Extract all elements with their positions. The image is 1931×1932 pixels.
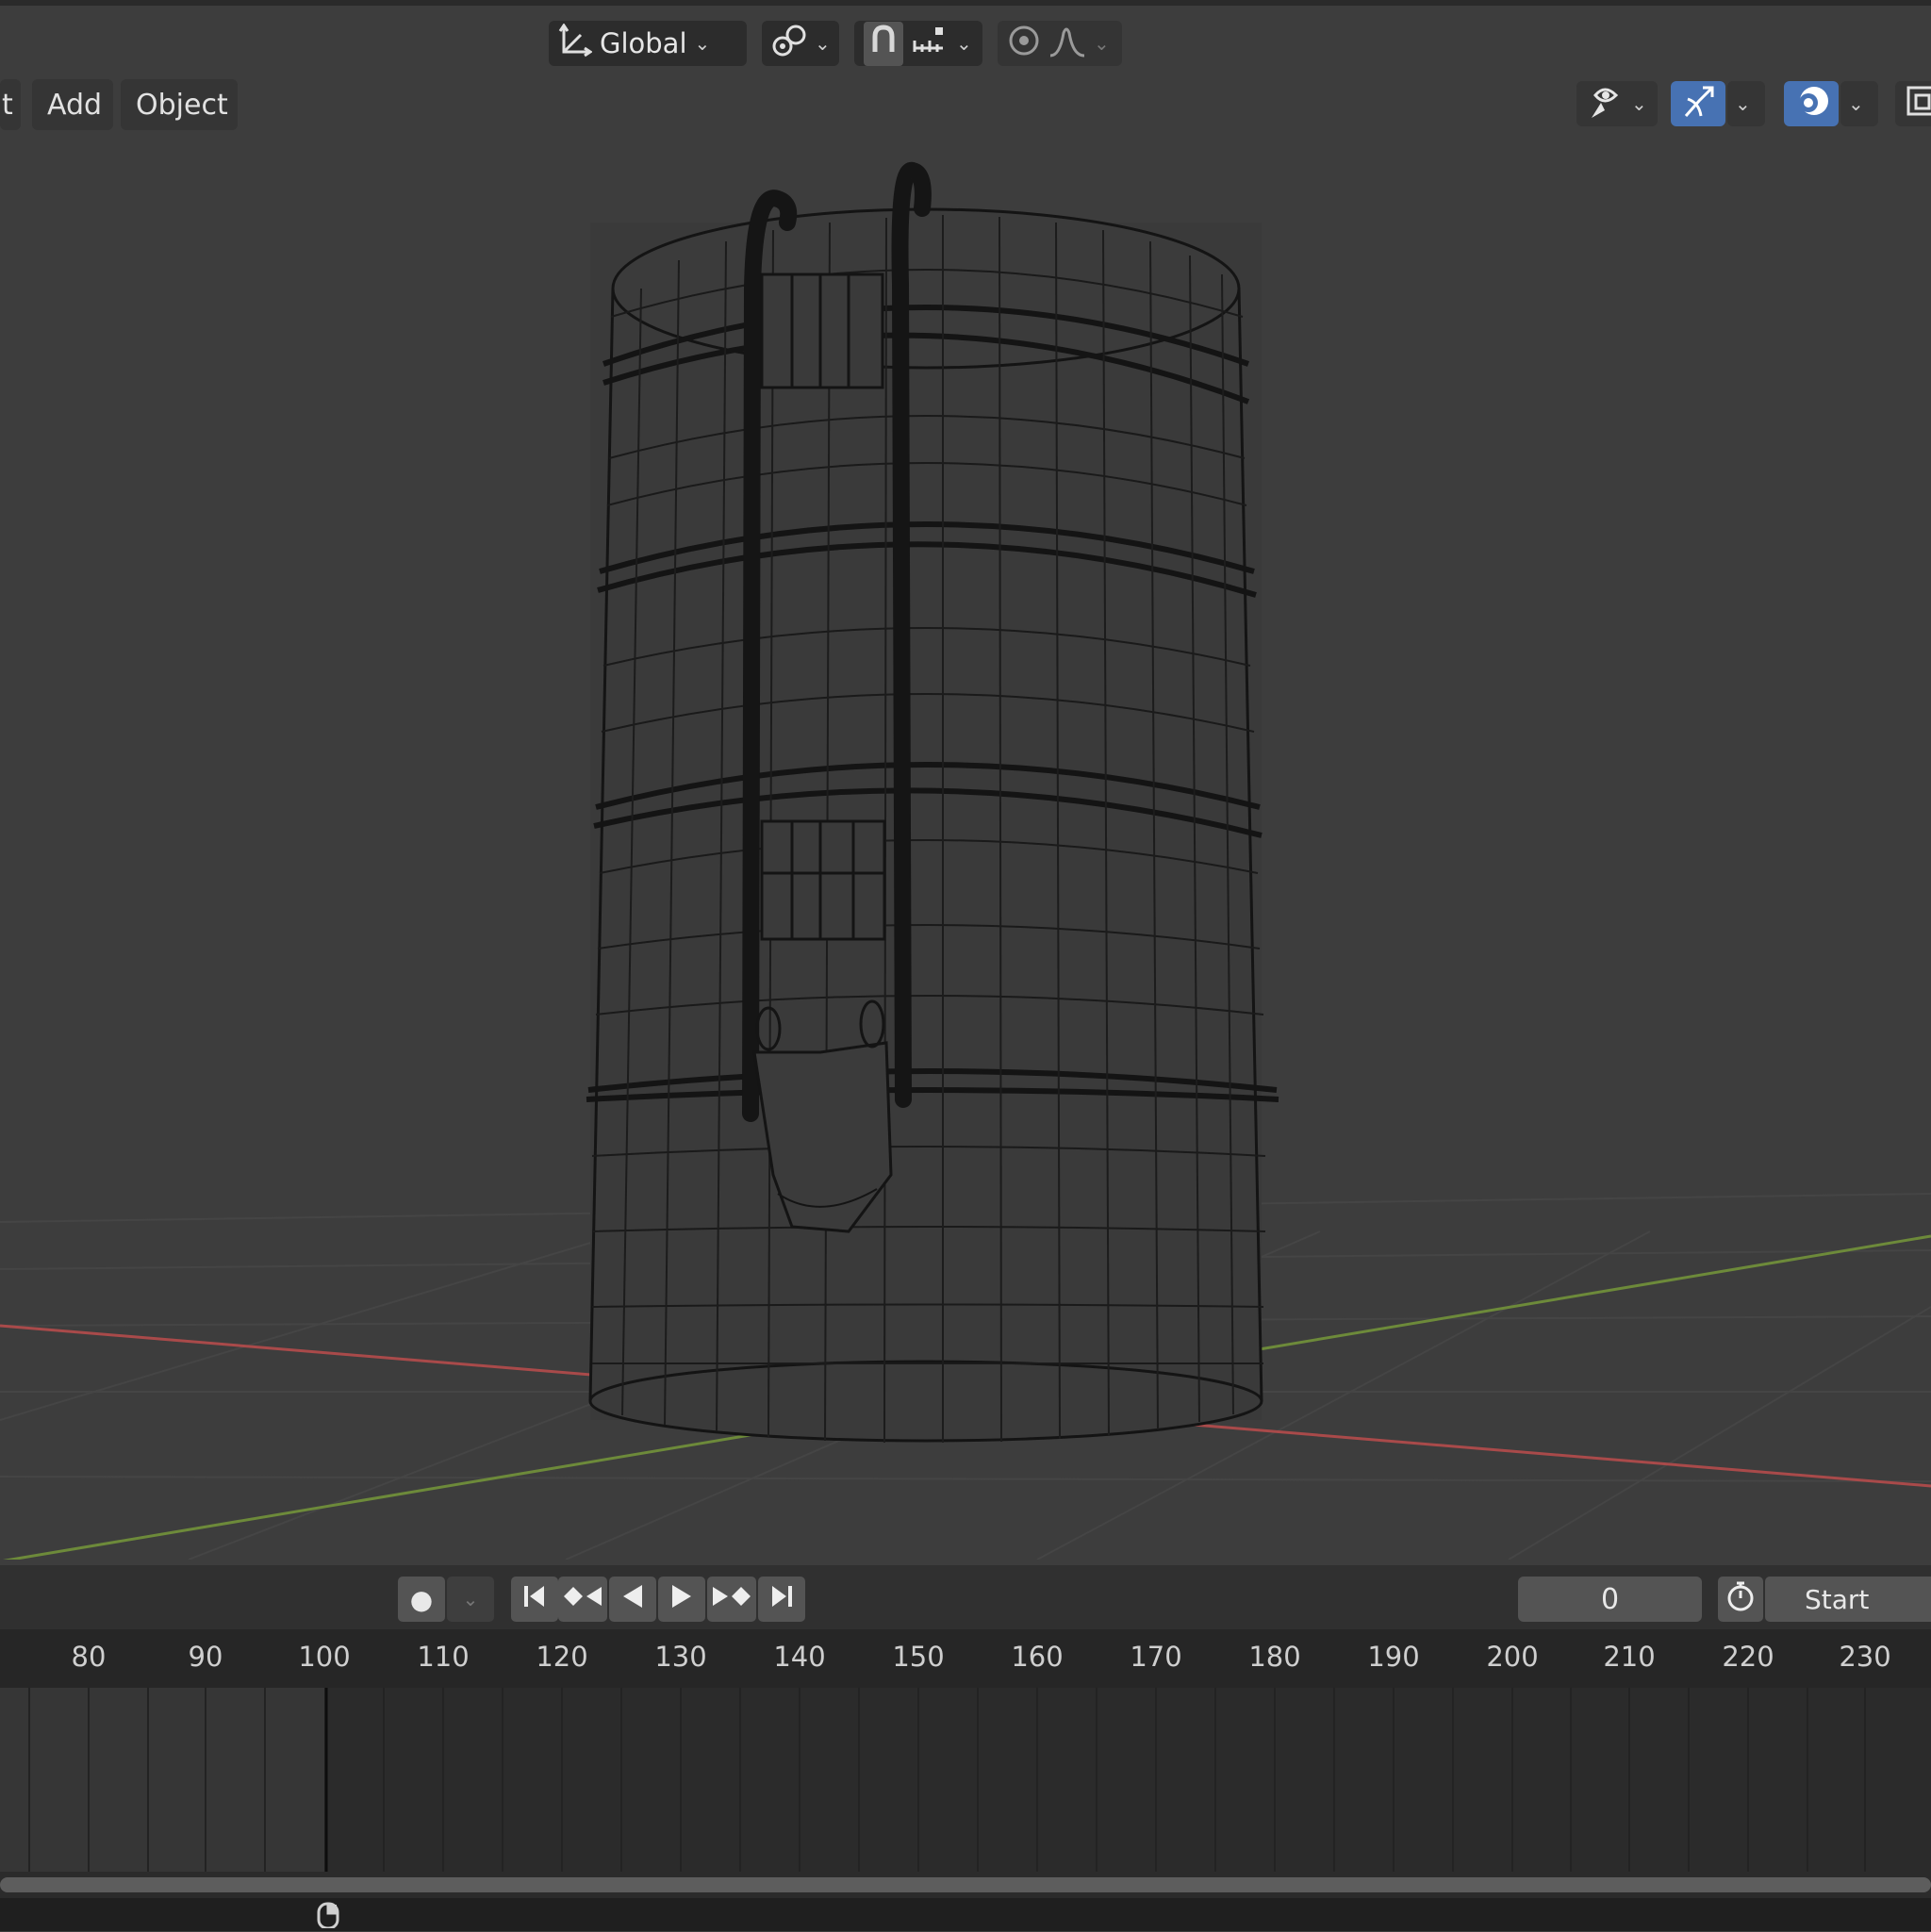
pivot-icon (771, 24, 807, 64)
visibility-icon (1586, 82, 1624, 126)
chevron-down-icon: ⌄ (694, 32, 711, 55)
chevron-down-icon: ⌄ (815, 32, 831, 55)
ruler-label: 120 (536, 1641, 588, 1673)
ruler-label: 150 (892, 1641, 945, 1673)
ruler-label: 90 (188, 1641, 223, 1673)
menu-object-label: Object (136, 88, 228, 122)
preview-range-toggle[interactable] (1718, 1577, 1763, 1622)
transform-orientation-label: Global (600, 27, 687, 59)
ruler-label: 200 (1486, 1641, 1539, 1673)
ruler-label: 130 (654, 1641, 707, 1673)
current-frame-field[interactable]: 0 (1518, 1577, 1702, 1622)
canister-wireframe[interactable] (586, 161, 1279, 1444)
ruler-label: 210 (1603, 1641, 1656, 1673)
auto-keying-button[interactable]: ● (398, 1577, 445, 1622)
play-button[interactable] (658, 1577, 705, 1622)
ruler-label: 100 (298, 1641, 351, 1673)
chevron-down-icon: ⌄ (1094, 32, 1110, 55)
timeline-tracks[interactable] (0, 1688, 1931, 1872)
next-keyframe-button[interactable] (707, 1577, 756, 1622)
ruler-label: 220 (1722, 1641, 1774, 1673)
proportional-edit-icon (1007, 24, 1041, 64)
ruler-label: 170 (1130, 1641, 1182, 1673)
pivot-point-dropdown[interactable]: ⌄ (762, 21, 839, 66)
gizmo-dropdown[interactable]: ⌄ (1727, 81, 1765, 126)
frame-ruler[interactable]: 80 90 100 110 120 130 140 150 160 170 18… (0, 1629, 1931, 1688)
snap-increment-icon (911, 24, 949, 64)
xray-icon (1905, 84, 1931, 124)
overlay-toggle[interactable] (1784, 81, 1839, 126)
menu-edit[interactable]: t (0, 79, 21, 130)
object-visibility-dropdown[interactable]: ⌄ (1576, 81, 1658, 126)
current-frame-value: 0 (1600, 1582, 1620, 1616)
ruler-label: 160 (1011, 1641, 1064, 1673)
play-reverse-icon (619, 1583, 646, 1616)
chevron-down-icon: ⌄ (1631, 92, 1647, 115)
ruler-label: 230 (1839, 1641, 1891, 1673)
proportional-editing-dropdown[interactable]: ⌄ (998, 21, 1122, 66)
3d-viewport[interactable]: Global ⌄ ⌄ ⌄ ⌄ t Add Object ⌄ ⌄ ⌄ (0, 6, 1931, 1560)
start-frame-field[interactable]: Start (1765, 1577, 1931, 1622)
transform-orientation-dropdown[interactable]: Global ⌄ (549, 21, 747, 66)
status-bar (0, 1898, 1931, 1931)
auto-keying-dropdown[interactable]: ⌄ (447, 1577, 494, 1622)
snapping-dropdown[interactable]: ⌄ (854, 21, 982, 66)
ruler-label: 80 (71, 1641, 107, 1673)
prev-keyframe-button[interactable] (558, 1577, 607, 1622)
jump-to-end-button[interactable] (758, 1577, 805, 1622)
transform-orientation-icon (558, 22, 593, 64)
scrollbar-thumb[interactable] (0, 1877, 1931, 1892)
chevron-down-icon: ⌄ (1735, 92, 1751, 115)
ruler-label: 110 (417, 1641, 470, 1673)
menu-object[interactable]: Object (121, 79, 238, 130)
ruler-label: 140 (773, 1641, 826, 1673)
stopwatch-icon (1725, 1580, 1757, 1619)
snap-magnet-icon (864, 21, 903, 66)
menu-add[interactable]: Add (32, 79, 113, 130)
overlay-dropdown[interactable]: ⌄ (1840, 81, 1878, 126)
gizmo-icon (1680, 82, 1718, 126)
next-keyframe-icon (711, 1583, 752, 1616)
menu-edit-label: t (2, 88, 13, 122)
record-icon: ● (409, 1583, 434, 1615)
xray-toggle[interactable] (1895, 81, 1931, 126)
menu-add-label: Add (47, 88, 103, 122)
jump-to-start-button[interactable] (511, 1577, 558, 1622)
gizmo-toggle[interactable] (1671, 81, 1725, 126)
chevron-down-icon: ⌄ (1848, 92, 1864, 115)
ruler-label: 180 (1248, 1641, 1301, 1673)
start-frame-label: Start (1805, 1583, 1870, 1615)
play-reverse-button[interactable] (609, 1577, 656, 1622)
timeline-grid (0, 1688, 1866, 1872)
jump-end-icon (768, 1583, 795, 1616)
jump-start-icon (521, 1583, 548, 1616)
timeline-scrollbar[interactable] (0, 1872, 1931, 1898)
overlay-icon (1793, 82, 1831, 126)
chevron-down-icon: ⌄ (462, 1588, 479, 1610)
prev-keyframe-icon (562, 1583, 603, 1616)
falloff-curve-icon (1048, 24, 1086, 64)
ruler-label: 190 (1367, 1641, 1420, 1673)
scene-canvas (0, 161, 1931, 1560)
chevron-down-icon: ⌄ (956, 32, 972, 55)
play-icon (668, 1583, 695, 1616)
mouse-icon (315, 1900, 343, 1932)
